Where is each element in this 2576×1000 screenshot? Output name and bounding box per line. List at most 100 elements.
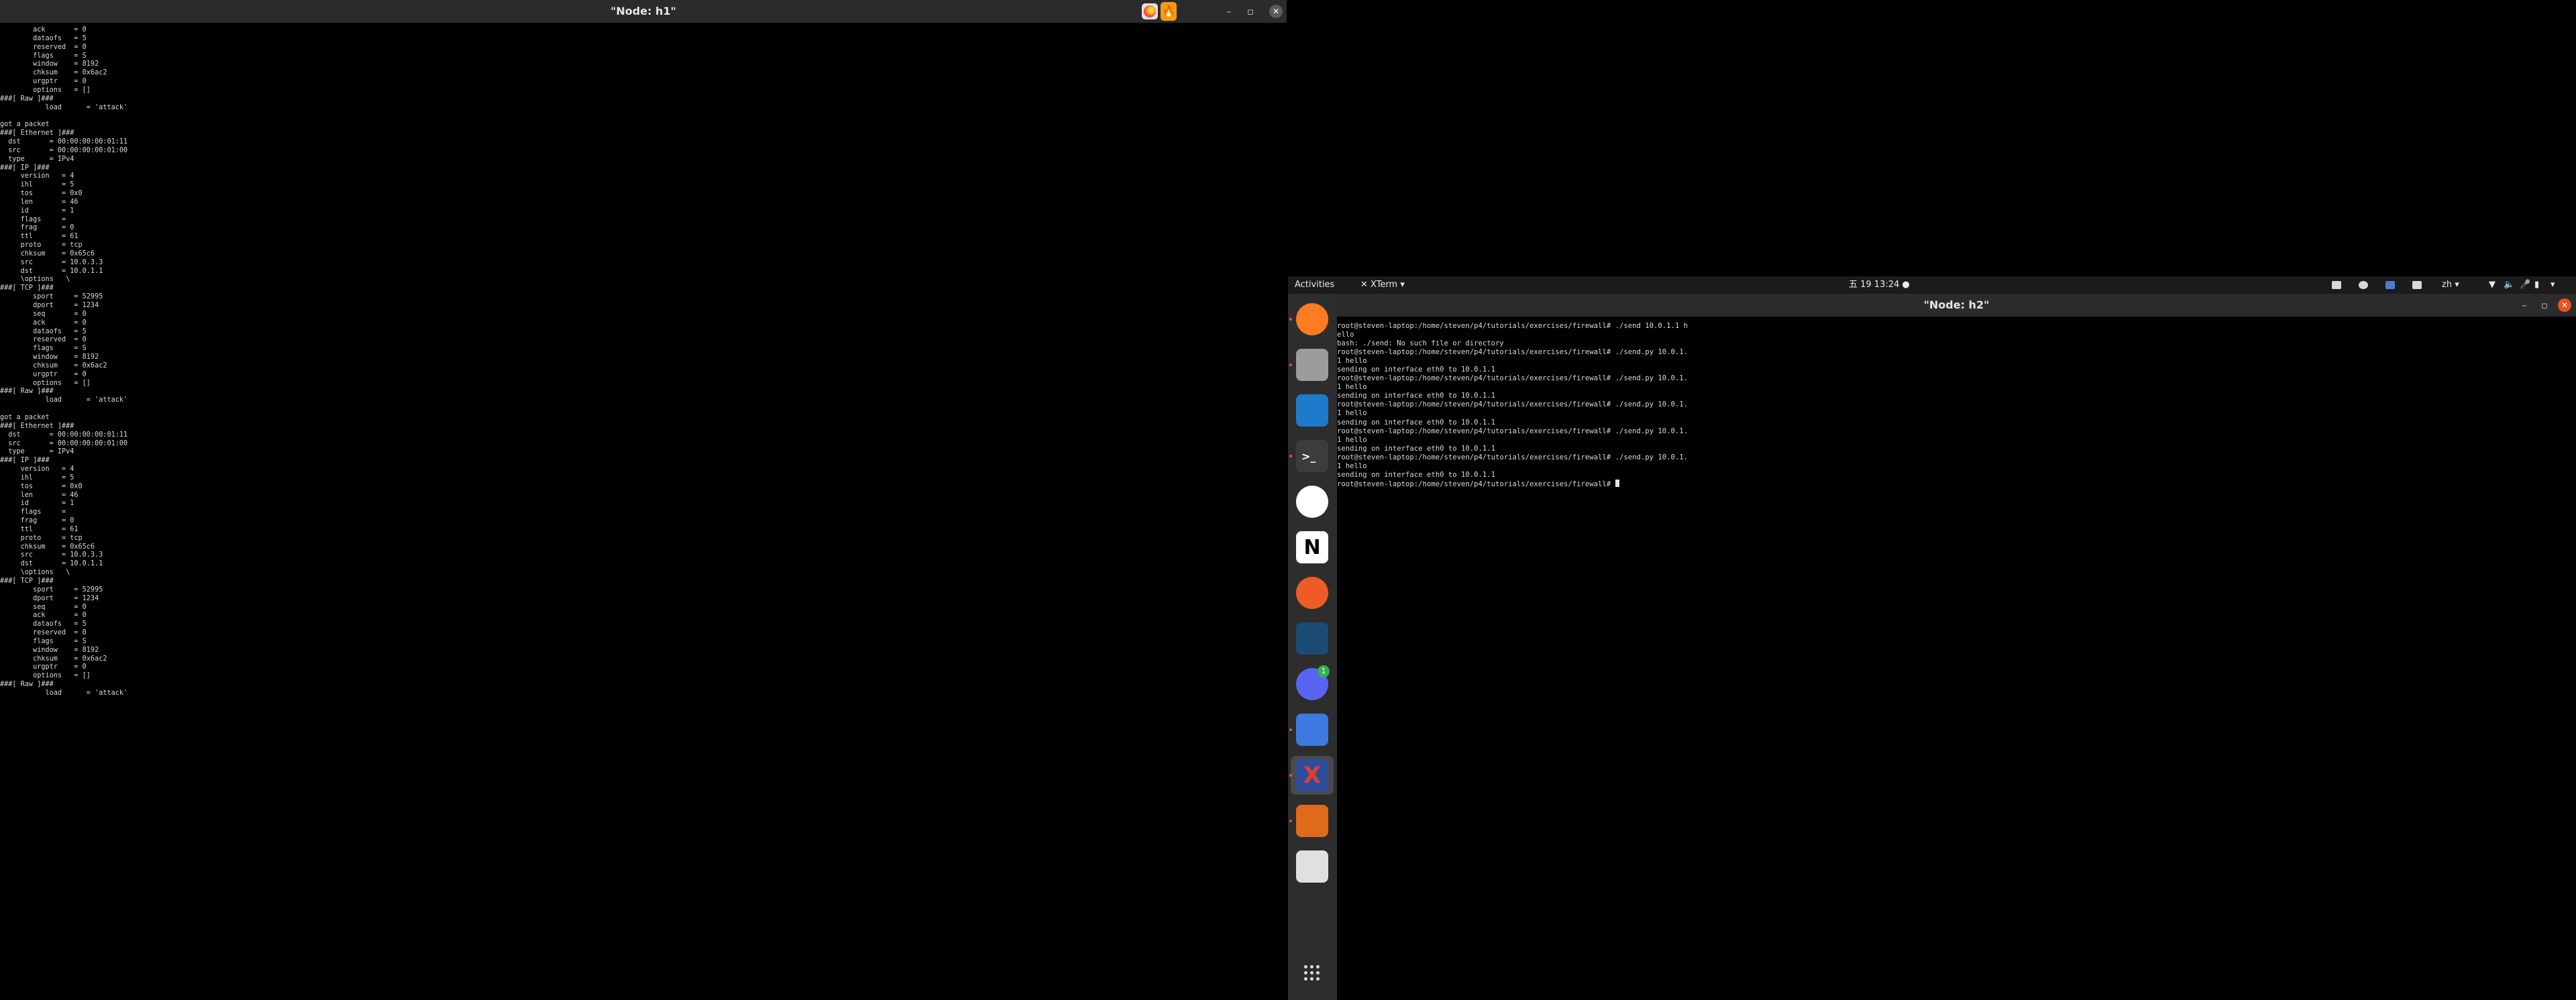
discord-icon[interactable]: 1 (1296, 665, 1330, 700)
terminal-line: urgptr = 0 (0, 370, 87, 378)
terminal-line: root@steven-laptop:/home/steven/p4/tutor… (1337, 453, 1688, 461)
terminal-line: ###[ IP ]### (0, 164, 50, 172)
terminal-line: id = 1 (0, 207, 74, 215)
terminal-line: version = 4 (0, 172, 74, 180)
activities-button[interactable]: Activities (1295, 276, 1334, 294)
terminal-line: dst = 00:00:00:00:01:11 (0, 137, 128, 146)
window-title: "Node: h2" (1923, 298, 1990, 311)
terminal-line: src = 00:00:00:00:01:00 (0, 439, 128, 447)
terminal-line: 1 hello (1337, 357, 1367, 366)
notification-dot-icon: ● (1902, 280, 1910, 290)
window-title: "Node: h1" (610, 5, 676, 17)
terminal-line: chksum = 0x6ac2 (0, 362, 107, 370)
maximize-icon[interactable]: ▫ (1244, 5, 1257, 18)
xterm-glyph: X (1303, 762, 1322, 789)
app-menu-xterm[interactable]: ✕ XTerm ▾ (1360, 276, 1405, 294)
app-tray-icon[interactable] (2385, 281, 2395, 289)
terminal-line: urgptr = 0 (0, 78, 87, 86)
terminal-line: flags = (0, 508, 66, 516)
clipboard-tray-icon[interactable] (2412, 281, 2422, 289)
app-menu-label: XTerm ▾ (1371, 280, 1405, 290)
grid-dot (1316, 977, 1320, 981)
terminal-line: ###[ Raw ]### (0, 681, 54, 689)
terminal-line: reserved = 0 (0, 629, 87, 637)
terminal-line: len = 46 (0, 198, 78, 206)
terminal-line: dst = 10.0.1.1 (0, 267, 103, 275)
window-titlebar[interactable]: "Node: h2" – ▫ ✕ (1337, 294, 2576, 317)
minimize-icon[interactable]: – (2518, 298, 2531, 312)
show-applications-icon[interactable] (1304, 965, 1320, 981)
text-editor-icon[interactable] (1296, 714, 1328, 746)
grid-dot (1310, 965, 1313, 968)
terminal-line: got a packet (0, 121, 50, 129)
terminal-line: ack = 0 (0, 612, 87, 620)
terminal-icon[interactable]: >_ (1296, 440, 1328, 472)
slack-icon[interactable] (1296, 486, 1328, 518)
postman-icon[interactable] (1296, 577, 1328, 609)
terminal-line: sending on interface eth0 to 10.0.1.1 (1337, 392, 1495, 400)
wifi-icon[interactable]: ▼ (2489, 276, 2496, 294)
xterm-window-h1[interactable]: "Node: h1" 🔥 – ▫ ✕ ack = 0 dataofs = 5 r… (0, 0, 1287, 1000)
xterm-window-h2[interactable]: "Node: h2" – ▫ ✕ root@steven-laptop:/hom… (1337, 294, 2576, 1000)
xterm-icon[interactable]: X (1296, 759, 1328, 791)
notion-icon[interactable]: N (1296, 531, 1328, 563)
settings-tray-icon[interactable] (2359, 281, 2368, 289)
mysql-workbench-icon[interactable] (1296, 622, 1328, 655)
minimize-icon[interactable]: – (1222, 5, 1236, 18)
grid-dot (1304, 971, 1307, 975)
terminal-line: dst = 10.0.1.1 (0, 560, 103, 568)
terminal-line: root@steven-laptop:/home/steven/p4/tutor… (1337, 348, 1688, 357)
xterm-app-icon: ✕ (1360, 280, 1371, 290)
terminal-line: urgptr = 0 (0, 663, 87, 671)
terminal-output-h1[interactable]: ack = 0 dataofs = 5 reserved = 0 flags =… (0, 26, 127, 698)
firefox-icon[interactable] (1296, 303, 1328, 335)
terminal-line: version = 4 (0, 465, 74, 474)
image-viewer-icon[interactable] (1296, 850, 1328, 883)
terminal-prompt-line[interactable]: root@steven-laptop:/home/steven/p4/tutor… (1337, 479, 1688, 489)
terminal-line: load = 'attack' (0, 396, 128, 404)
system-menu-icon[interactable]: ▾ (2551, 276, 2555, 294)
close-icon[interactable]: ✕ (1269, 5, 1283, 18)
terminal-output-h2[interactable]: root@steven-laptop:/home/steven/p4/tutor… (1337, 322, 1688, 489)
terminal-line: proto = tcp (0, 241, 83, 249)
terminal-line: reserved = 0 (0, 43, 87, 51)
running-indicator (1289, 318, 1292, 321)
terminal-line: root@steven-laptop:/home/steven/p4/tutor… (1337, 374, 1688, 383)
terminal-line: got a packet (0, 413, 50, 421)
microphone-icon[interactable]: 🎤 (2520, 276, 2530, 294)
maximize-icon[interactable]: ▫ (2538, 298, 2551, 312)
terminal-line: flags = S (0, 52, 87, 60)
window-titlebar[interactable]: "Node: h1" 🔥 – ▫ ✕ (0, 0, 1287, 23)
terminal-line: frag = 0 (0, 224, 74, 232)
terminal-line: ###[ Raw ]### (0, 95, 54, 103)
terminal-line: len = 46 (0, 491, 78, 499)
terminal-line: ###[ TCP ]### (0, 577, 54, 585)
terminal-line: seq = 0 (0, 310, 87, 318)
terminal-line: root@steven-laptop:/home/steven/p4/tutor… (1337, 322, 1688, 330)
running-indicator (1289, 728, 1292, 731)
files-icon[interactable] (1296, 349, 1328, 381)
terminal-line: 1 hello (1337, 383, 1367, 392)
terminal-line: ###[ IP ]### (0, 457, 50, 465)
flame-tray-icon[interactable]: 🔥 (1161, 2, 1177, 21)
terminal-line: frag = 0 (0, 517, 74, 525)
grid-dot (1310, 977, 1313, 981)
terminal-line: chksum = 0x6ac2 (0, 655, 107, 663)
document-viewer-icon[interactable] (1296, 805, 1328, 837)
vscode-icon[interactable] (1296, 394, 1328, 427)
running-indicator (1289, 820, 1292, 822)
clock[interactable]: 五 19 13:24 ● (1849, 276, 1910, 294)
volume-icon[interactable]: 🔈 (2504, 276, 2514, 294)
close-icon[interactable]: ✕ (2558, 298, 2571, 312)
screenshot-tray-icon[interactable] (2332, 281, 2341, 289)
terminal-line: dataofs = 5 (0, 34, 87, 42)
terminal-line: ###[ Ethernet ]### (0, 129, 74, 137)
terminal-line: dport = 1234 (0, 302, 99, 309)
terminal-line: ###[ TCP ]### (0, 284, 54, 292)
battery-icon[interactable]: ▮ (2534, 276, 2539, 294)
grid-dot (1304, 977, 1307, 981)
firefox-tray-icon[interactable] (1142, 3, 1158, 19)
input-method-selector[interactable]: zh ▾ (2442, 276, 2459, 294)
